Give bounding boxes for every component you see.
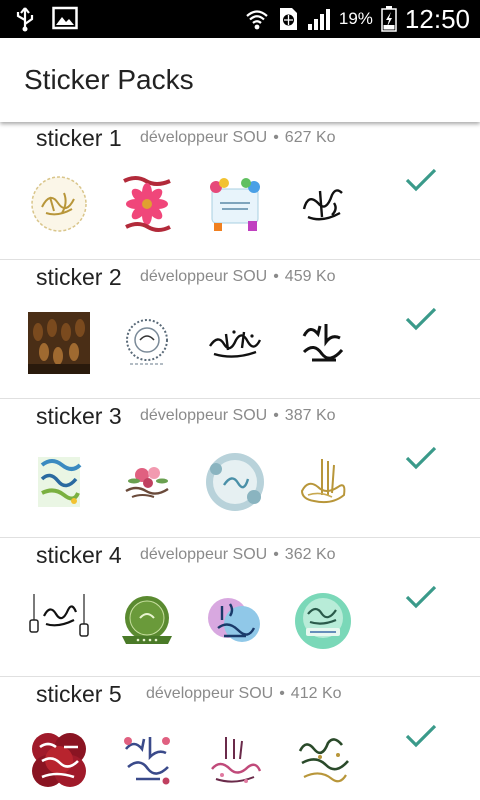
sticker-preview-eid-said-icon: [302, 324, 344, 362]
meta-separator: •: [273, 407, 279, 424]
meta-separator: •: [279, 685, 285, 702]
sticker-preview-happy-eid-icon: [295, 593, 351, 649]
pack-publisher: développeur SOU: [140, 129, 268, 146]
pack-size: 459 Ko: [284, 268, 336, 285]
meta-separator: •: [273, 129, 279, 146]
battery-charging-icon: [381, 6, 397, 32]
data-saver-icon: [279, 8, 297, 30]
sticker-pack-row[interactable]: sticker 2 développeur SOU • 459 Ko: [0, 260, 480, 399]
pack-meta: développeur SOU • 362 Ko: [140, 546, 336, 564]
sticker-preview-eid-adha-blue-icon: [208, 598, 260, 642]
pack-name: sticker 1: [36, 125, 122, 151]
pack-size: 412 Ko: [290, 685, 342, 702]
sticker-preview-watercolor-circle-icon: [206, 453, 264, 511]
pack-size: 362 Ko: [284, 546, 336, 563]
clock: 12:50: [404, 3, 470, 34]
pack-publisher: développeur SOU: [140, 546, 268, 563]
pack-name: sticker 4: [36, 542, 122, 568]
sticker-preview-pink-calligraphy-icon: [211, 737, 262, 783]
added-check-icon: [405, 585, 437, 609]
sticker-pack-row[interactable]: sticker 3 développeur SOU • 387 Ko: [0, 399, 480, 538]
added-check-icon: [405, 307, 437, 331]
wifi-icon: [246, 10, 268, 30]
sticker-preview-eid-mubarak-icon: [209, 330, 262, 358]
sticker-preview-black-calligraphy-icon: [302, 189, 343, 221]
pack-meta: développeur SOU • 412 Ko: [146, 685, 342, 703]
sticker-pack-row[interactable]: sticker 1 développeur SOU • 627 Ko: [0, 122, 480, 260]
sticker-preview-flowers-icon: [125, 467, 169, 498]
app-bar: Sticker Packs: [0, 38, 480, 122]
added-check-icon: [405, 168, 437, 192]
meta-separator: •: [273, 546, 279, 563]
sticker-preview-pink-flower-icon: [123, 176, 171, 232]
pack-meta: développeur SOU • 387 Ko: [140, 407, 336, 425]
pack-size: 627 Ko: [284, 129, 336, 146]
pack-publisher: développeur SOU: [140, 268, 268, 285]
sticker-previews: [28, 312, 354, 374]
added-check-icon: [405, 446, 437, 470]
pack-name: sticker 2: [36, 264, 122, 290]
sticker-previews: [28, 173, 354, 235]
added-check-icon: [405, 724, 437, 748]
sticker-preview-floral-said-icon: [124, 737, 170, 785]
sticker-preview-eid-adha-colorful-icon: [38, 457, 82, 507]
battery-percent: 19%: [338, 9, 373, 28]
pack-size: 387 Ko: [284, 407, 336, 424]
usb-icon: [16, 7, 34, 32]
sticker-preview-red-rose-text-icon: [32, 733, 86, 787]
sticker-preview-gold-tughra-icon: [300, 459, 346, 504]
sticker-preview-calligraphy-gold-icon: [31, 176, 87, 232]
page-title: Sticker Packs: [24, 64, 194, 95]
sticker-pack-list[interactable]: sticker 1 développeur SOU • 627 Ko stick…: [0, 122, 480, 800]
signal-icon: [307, 9, 330, 30]
sticker-previews: [28, 590, 354, 652]
pack-publisher: développeur SOU: [146, 685, 274, 702]
sticker-pack-row[interactable]: sticker 4 développeur SOU • 362 Ko: [0, 538, 480, 677]
sticker-preview-balloons-icon: [210, 178, 260, 231]
sticker-preview-green-badge-icon: [122, 596, 172, 644]
sticker-preview-lanterns-icon: [29, 594, 89, 637]
image-icon: [52, 6, 78, 30]
pack-name: sticker 5: [36, 681, 122, 707]
pack-meta: développeur SOU • 627 Ko: [140, 129, 336, 147]
pack-meta: développeur SOU • 459 Ko: [140, 268, 336, 286]
sticker-previews: [28, 451, 354, 513]
sticker-pack-row[interactable]: sticker 5 développeur SOU • 412 Ko: [0, 677, 480, 800]
pack-name: sticker 3: [36, 403, 122, 429]
meta-separator: •: [273, 268, 279, 285]
sticker-previews: [28, 729, 354, 791]
sticker-preview-ornament-circle-icon: [126, 319, 168, 365]
pack-publisher: développeur SOU: [140, 407, 268, 424]
sticker-preview-gold-green-calligraphy-icon: [298, 738, 349, 783]
sticker-preview-dates-photo-icon: [28, 312, 90, 374]
status-bar: 19% 12:50: [0, 0, 480, 38]
